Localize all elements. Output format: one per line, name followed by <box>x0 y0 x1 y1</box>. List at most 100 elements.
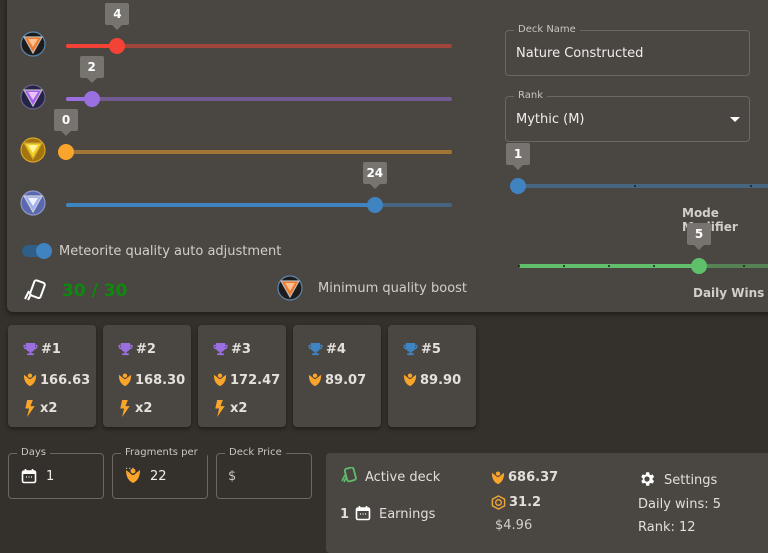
rank-legend: Rank <box>514 89 547 103</box>
mode-modifier-slider[interactable]: 1 <box>506 143 768 198</box>
fragments-row: 89.90 <box>403 372 461 388</box>
daily-wins-slider[interactable]: 5 <box>518 223 768 278</box>
slider-value-label: 1 <box>506 143 530 170</box>
fragment-icon <box>126 468 140 483</box>
fragments-value: 172.47 <box>230 372 281 388</box>
earnings-calendar-icon <box>355 506 371 521</box>
days-field[interactable]: Days 1 <box>8 446 104 499</box>
fragments-value: 166.63 <box>40 372 91 388</box>
fragment-total-icon <box>491 471 505 485</box>
slider-thumb[interactable] <box>691 258 707 274</box>
rank-row: #5 <box>403 342 441 357</box>
settings-gear-icon[interactable] <box>638 470 656 488</box>
fragments-value: 22 <box>150 469 167 484</box>
slider-value-label: 24 <box>362 162 387 189</box>
fragments-total: 686.37 <box>508 470 559 485</box>
boost-value: x2 <box>40 401 58 416</box>
fragment-icon <box>23 373 37 387</box>
boost-row: x2 <box>213 400 247 417</box>
deck-card-count: 30 / 30 <box>62 281 128 301</box>
fragments-per-field[interactable]: Fragments per ... 22 <box>112 446 208 499</box>
purple-quality-slider[interactable]: 2 <box>66 56 452 111</box>
active-deck-label: Active deck <box>365 470 441 485</box>
rank-number: #4 <box>326 342 346 357</box>
slider-value-label: 0 <box>54 109 78 136</box>
usd-total: $4.96 <box>495 518 533 533</box>
lightning-icon <box>215 400 225 417</box>
slider-step-mark <box>563 265 565 267</box>
deck-name-field[interactable]: Deck Name Nature Constructed <box>505 23 750 76</box>
fragment-icon <box>403 373 417 387</box>
trophy-icon <box>23 342 38 356</box>
deck-name-value: Nature Constructed <box>516 46 644 61</box>
boost-row: x2 <box>23 400 57 417</box>
days-legend: Days <box>17 446 50 460</box>
rank-row: #4 <box>308 342 346 357</box>
dropdown-arrow-icon <box>730 117 740 122</box>
auto-adjust-label: Meteorite quality auto adjustment <box>59 244 282 259</box>
rank-card: #3 172.47 x2 <box>198 325 286 427</box>
toggle-knob[interactable] <box>36 243 52 259</box>
trophy-icon <box>403 342 418 356</box>
minimum-quality-gem-icon[interactable] <box>277 275 303 301</box>
deck-price-legend: Deck Price <box>225 446 286 460</box>
deck-price-field[interactable]: Deck Price $ <box>216 446 312 499</box>
trophy-icon <box>213 342 228 356</box>
crystals-total: 31.2 <box>509 495 542 510</box>
slider-thumb[interactable] <box>366 197 383 213</box>
fragments-row: 166.63 <box>23 372 90 388</box>
trophy-icon <box>118 342 133 356</box>
trophy-icon <box>308 342 323 356</box>
slider-thumb[interactable] <box>58 144 74 160</box>
earnings-days-value: 1 <box>340 507 350 522</box>
slider-thumb[interactable] <box>109 38 126 54</box>
rank-card: #4 89.07 <box>293 325 381 427</box>
rank-row: #1 <box>23 342 61 357</box>
active-deck-cards-icon <box>341 467 357 483</box>
slider-step-mark <box>653 265 655 267</box>
orange-quality-slider[interactable]: 4 <box>66 3 452 58</box>
rank-card: #2 168.30 x2 <box>103 325 191 427</box>
blue-meteorite-icon <box>20 190 46 216</box>
calendar-icon <box>21 469 37 484</box>
orange-meteorite-icon <box>20 31 46 57</box>
fragment-icon <box>213 373 227 387</box>
slider-step-mark <box>608 265 610 267</box>
boost-value: x2 <box>135 401 153 416</box>
settings-daily-wins: Daily wins: 5 <box>638 497 722 512</box>
rank-card: #1 166.63 x2 <box>8 325 96 427</box>
slider-step-mark <box>518 265 520 267</box>
gold-meteorite-icon <box>20 137 46 163</box>
boost-value: x2 <box>230 401 248 416</box>
boost-row: x2 <box>118 400 152 417</box>
fragments-value: 168.30 <box>135 372 186 388</box>
gold-quality-slider[interactable]: 0 <box>54 109 452 164</box>
slider-thumb[interactable] <box>510 178 526 194</box>
days-value: 1 <box>46 469 55 484</box>
fragments-row: 172.47 <box>213 372 280 388</box>
lightning-icon <box>25 400 35 417</box>
rank-row: #2 <box>118 342 156 357</box>
rank-number: #2 <box>136 342 156 357</box>
deck-name-legend: Deck Name <box>514 23 580 37</box>
slider-track <box>66 97 452 101</box>
rank-number: #1 <box>41 342 61 357</box>
slider-value-label: 5 <box>687 223 711 250</box>
settings-link[interactable]: Settings <box>664 473 717 488</box>
earnings-label: Earnings <box>379 507 436 522</box>
fragments-row: 168.30 <box>118 372 185 388</box>
auto-adjust-toggle[interactable] <box>22 243 52 259</box>
minimum-quality-boost-label: Minimum quality boost <box>318 281 468 296</box>
blue-quality-slider[interactable]: 24 <box>66 162 452 217</box>
fragment-icon <box>308 373 322 387</box>
slider-value-label: 4 <box>105 3 130 30</box>
purple-meteorite-icon <box>20 84 46 110</box>
slider-step-mark <box>743 265 745 267</box>
rank-select[interactable]: Rank Mythic (M) <box>505 89 750 142</box>
fragments-value: 89.90 <box>420 372 462 388</box>
fragments-value: 89.07 <box>325 372 367 388</box>
slider-thumb[interactable] <box>83 91 100 107</box>
fragments-row: 89.07 <box>308 372 366 388</box>
slider-fill <box>66 203 375 207</box>
slider-value-label: 2 <box>79 56 104 83</box>
